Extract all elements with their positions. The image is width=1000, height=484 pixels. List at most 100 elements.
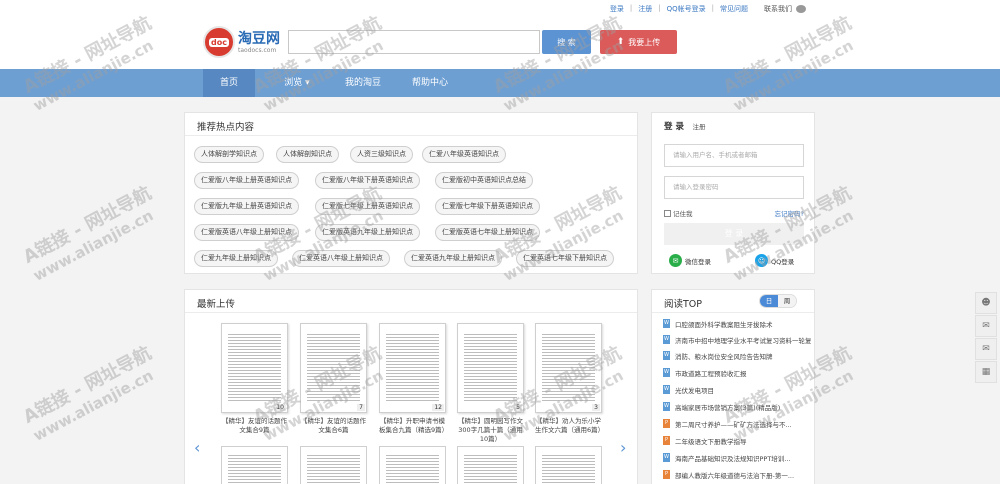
contact-label: 联系我们	[764, 5, 792, 13]
period-switch: 日 周	[759, 294, 797, 308]
upload-icon: ⬆	[616, 37, 625, 47]
doc-title: 【精华】友谊的话题作文集合6篇	[301, 417, 366, 434]
login-button[interactable]: 登 录	[664, 223, 804, 245]
page-count: 7	[357, 404, 365, 411]
wechat-icon[interactable]: ✉	[975, 315, 997, 337]
divider	[652, 312, 814, 313]
remember-checkbox[interactable]	[664, 209, 671, 217]
tab-day[interactable]: 日	[760, 295, 778, 307]
divider	[185, 312, 637, 313]
login-tabs: 登 录 注册	[664, 120, 706, 132]
doc-thumbnail: 12	[379, 323, 446, 413]
hot-tag[interactable]: 人资三级知识点	[350, 146, 413, 163]
floating-toolbar: ☻ ✉ ✉ ▦	[975, 292, 1000, 384]
username-field[interactable]: 请输入用户名、手机或者邮箱	[664, 144, 804, 167]
list-item[interactable]: W 市政道路工程预验收汇报	[663, 367, 811, 378]
remember-me[interactable]: 记住我	[664, 208, 693, 218]
account-links: 登录 | 注册 | QQ帐号登录 | 常见问题	[610, 4, 748, 14]
tab-login[interactable]: 登 录	[664, 122, 684, 132]
password-field[interactable]: 请输入登录密码	[664, 176, 804, 199]
qq-login[interactable]: ☺ QQ登录	[755, 254, 794, 267]
search-input[interactable]	[288, 30, 540, 54]
search-button[interactable]: 搜 索	[542, 30, 591, 54]
hot-tag[interactable]: 仁爱版七年级上册英语知识点	[315, 198, 420, 215]
wechat-icon	[796, 5, 806, 13]
qq-login-link[interactable]: QQ帐号登录	[667, 4, 706, 14]
hot-tag[interactable]: 人体解剖知识点	[276, 146, 339, 163]
watermark: A链接 - 网址导航 www.alianjie.cn	[19, 342, 157, 445]
list-item[interactable]: W 消防、粮水岗位安全风险告告知牌	[663, 350, 811, 361]
doc-title: 【精华】劝人为乐小学生作文六篇（通用6篇）	[535, 417, 605, 434]
nav-item-home[interactable]: 首页	[203, 69, 255, 97]
hot-tag[interactable]: 仁爱英语七年级下册知识点	[516, 250, 614, 267]
divider	[185, 135, 637, 136]
doc-thumbnail[interactable]	[300, 446, 367, 484]
doc-thumbnail: 7	[300, 323, 367, 413]
next-arrow-icon[interactable]: ›	[620, 438, 626, 457]
login-panel: 登 录 注册 请输入用户名、手机或者邮箱 请输入登录密码 记住我 忘记密码? 登…	[651, 112, 815, 274]
login-link[interactable]: 登录	[610, 4, 624, 14]
doc-thumbnail[interactable]	[535, 446, 602, 484]
hot-tag[interactable]: 仁爱版英语九年级上册知识点	[315, 224, 420, 241]
tab-week[interactable]: 周	[778, 295, 796, 307]
page-count: 5	[514, 404, 522, 411]
word-file-icon: W	[663, 402, 670, 411]
hot-tag[interactable]: 仁爱版八年级上册英语知识点	[194, 172, 299, 189]
hot-tag[interactable]: 仁爱英语九年级上册知识点	[404, 250, 502, 267]
word-file-icon: W	[663, 351, 670, 360]
hot-tag[interactable]: 仁爱版英语八年级上册知识点	[194, 224, 299, 241]
list-item[interactable]: W 口腔颌面外科学教案阻生牙拔除术	[663, 318, 811, 329]
hot-tag[interactable]: 仁爱九年级上册知识点	[194, 250, 278, 267]
list-item[interactable]: P 二年级语文下册教学指导	[663, 435, 811, 446]
hot-tag[interactable]: 仁爱版七年级下册英语知识点	[435, 198, 540, 215]
faq-link[interactable]: 常见问题	[720, 4, 748, 14]
tab-register[interactable]: 注册	[693, 123, 706, 131]
ppt-file-icon: P	[663, 436, 670, 445]
hot-tag[interactable]: 仁爱版八年级下册英语知识点	[315, 172, 420, 189]
logo-badge: doc	[203, 26, 235, 58]
divider: |	[711, 4, 714, 12]
latest-uploads-title: 最新上传	[197, 299, 236, 310]
hot-tag[interactable]: 仁爱八年级英语知识点	[422, 146, 506, 163]
doc-thumbnail[interactable]	[379, 446, 446, 484]
word-file-icon: W	[663, 385, 670, 394]
doc-thumbnail[interactable]	[221, 446, 288, 484]
list-item[interactable]: W 济南市中招中地理学业水平考试复习资料一轮复习	[663, 334, 811, 345]
customer-service-icon[interactable]: ☻	[975, 292, 997, 314]
prev-arrow-icon[interactable]: ‹	[194, 438, 200, 457]
list-item[interactable]: W 高端家居市场营销方案(3篇)(精品版)	[663, 401, 811, 412]
upload-button[interactable]: ⬆ 我要上传	[600, 30, 677, 54]
contact-us[interactable]: 联系我们	[764, 4, 806, 14]
list-item[interactable]: W 光伏发电项目	[663, 384, 811, 395]
hot-tag[interactable]: 仁爱英语八年级上册知识点	[292, 250, 390, 267]
upload-label: 我要上传	[628, 37, 661, 47]
hot-tag[interactable]: 仁爱版初中英语知识点总结	[435, 172, 533, 189]
hot-tag[interactable]: 仁爱版英语七年级上册知识点	[435, 224, 540, 241]
hot-topics-panel: 推荐热点内容 人体解剖学知识点 人体解剖知识点 人资三级知识点 仁爱八年级英语知…	[184, 112, 638, 274]
divider: |	[629, 4, 633, 12]
page-count: 12	[432, 404, 444, 411]
forgot-password-link[interactable]: 忘记密码?	[775, 208, 804, 218]
nav-item-browse[interactable]: 浏览 ▾	[272, 69, 322, 97]
doc-thumbnail[interactable]	[457, 446, 524, 484]
site-header: doc 淘豆网 taodocs.com 搜 索 ⬆ 我要上传	[0, 18, 1000, 69]
ppt-file-icon: P	[663, 470, 670, 479]
list-item[interactable]: W 海南产品基础知识及法规知识PPT培训...	[663, 452, 811, 463]
site-logo[interactable]: doc 淘豆网 taodocs.com	[203, 26, 280, 58]
list-item[interactable]: P 第二周尺寸养护——矿矿方法选择与不...	[663, 418, 811, 429]
reading-top-panel: 阅读TOP 日 周 W 口腔颌面外科学教案阻生牙拔除术 W 济南市中招中地理学业水平…	[651, 289, 815, 484]
hot-tag[interactable]: 人体解剖学知识点	[194, 146, 264, 163]
qrcode-icon[interactable]: ▦	[975, 361, 997, 383]
register-link[interactable]: 注册	[638, 4, 652, 14]
latest-uploads-panel: 最新上传 ‹ › 10 【精华】友谊的话题作文集合9篇 7 【精华】友谊的话题作…	[184, 289, 638, 484]
hot-tag[interactable]: 仁爱版九年级上册英语知识点	[194, 198, 299, 215]
wechat-login[interactable]: ✉ 微信登录	[669, 254, 711, 267]
word-file-icon: W	[663, 453, 670, 462]
list-item[interactable]: P 部编人教版六年级道德与法治下册-第一...	[663, 469, 811, 480]
doc-title: 【精华】友谊的话题作文集合9篇	[222, 417, 287, 434]
doc-thumbnail: 5	[457, 323, 524, 413]
mail-icon[interactable]: ✉	[975, 338, 997, 360]
nav-item-help[interactable]: 帮助中心	[404, 69, 456, 97]
nav-item-my[interactable]: 我的淘豆	[336, 69, 390, 97]
watermark: A链接 - 网址导航 www.alianjie.cn	[19, 182, 157, 285]
